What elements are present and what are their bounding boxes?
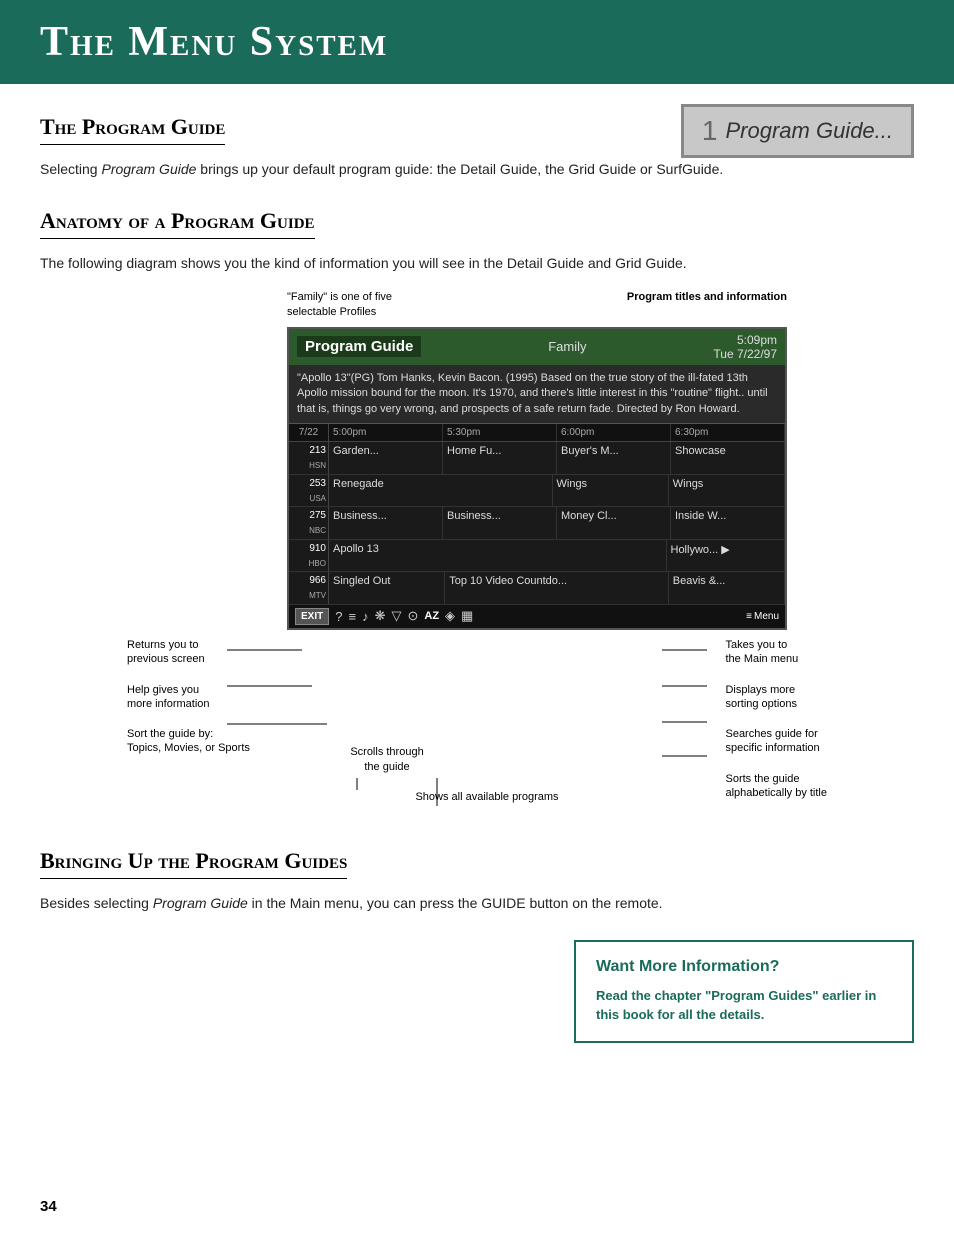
guide-time: 5:09pmTue 7/22/97 [713, 333, 777, 361]
toolbar-menu[interactable]: ≡ Menu [746, 611, 779, 622]
channel-910: 910HBO [289, 540, 329, 572]
program-cell: Wings [553, 475, 669, 507]
guide-date-cell: 7/22 [289, 424, 329, 441]
program-cell: Renegade [329, 475, 553, 507]
guide-description: "Apollo 13"(PG) Tom Hanks, Kevin Bacon. … [289, 365, 785, 424]
toolbar-music-icon: ♪ [362, 609, 369, 624]
program-cell: Buyer's M... [557, 442, 671, 474]
below-annotations: Returns you toprevious screen Help gives… [127, 638, 827, 818]
program-cell: Home Fu... [443, 442, 557, 474]
program-cell: Money Cl... [557, 507, 671, 539]
guide-profile: Family [441, 339, 693, 354]
guide-times: 5:00pm 5:30pm 6:00pm 6:30pm [329, 424, 785, 441]
pg-button-number: 1 [702, 115, 718, 147]
program-cell: Garden... [329, 442, 443, 474]
program-cell: Inside W... [671, 507, 785, 539]
page-title: The Menu System [40, 18, 924, 66]
time-slot-4: 6:30pm [671, 424, 785, 441]
toolbar-scroll-icon: ▽ [391, 608, 401, 624]
annotation-main-menu: Takes you tothe Main menu [725, 638, 827, 667]
toolbar-list-icon: ≡ [348, 609, 356, 624]
time-slot-1: 5:00pm [329, 424, 443, 441]
annotation-shows-text: Shows all available programs [387, 790, 587, 804]
annotation-shows: Shows all available programs [387, 790, 587, 818]
program-guide-body: Selecting Program Guide brings up your d… [40, 159, 914, 180]
channel-966-programs: Singled Out Top 10 Video Countdo... Beav… [329, 572, 785, 604]
program-cell: Apollo 13 [329, 540, 667, 572]
anatomy-body: The following diagram shows you the kind… [40, 253, 914, 274]
diagram-area: "Family" is one of five selectable Profi… [127, 290, 827, 818]
program-guide-heading: The Program Guide [40, 114, 225, 145]
annotation-searches: Searches guide forspecific information [725, 727, 827, 756]
annotation-alphabetical: Sorts the guidealphabetically by title [725, 772, 827, 801]
annotation-help: Help gives youmore information [127, 683, 250, 712]
annotation-sort: Sort the guide by:Topics, Movies, or Spo… [127, 727, 250, 756]
channel-253: 253USA [289, 475, 329, 507]
program-cell: Top 10 Video Countdo... [445, 572, 669, 604]
right-annotations-group: Takes you tothe Main menu Displays mores… [725, 638, 827, 814]
time-slot-2: 5:30pm [443, 424, 557, 441]
toolbar-profiles-icon: ❋ [375, 608, 386, 624]
channel-275-programs: Business... Business... Money Cl... Insi… [329, 507, 785, 539]
guide-header: Program Guide Family 5:09pmTue 7/22/97 [289, 329, 785, 365]
channel-213-programs: Garden... Home Fu... Buyer's M... Showca… [329, 442, 785, 474]
guide-toolbar: EXIT ? ≡ ♪ ❋ ▽ ⊙ AZ ◈ ▦ ≡ Menu [289, 605, 785, 628]
left-annotations-group: Returns you toprevious screen Help gives… [127, 638, 250, 770]
program-guide-section: The Program Guide 1 Program Guide... Sel… [40, 114, 914, 180]
annotation-scrolls: Scrolls throughthe guide [287, 745, 487, 788]
info-box-text: Read the chapter "Program Guides" earlie… [596, 986, 892, 1025]
program-cell: Hollywo... ▶ [667, 540, 786, 572]
program-cell: Singled Out [329, 572, 445, 604]
menu-icon: ≡ [746, 611, 752, 622]
annotation-scrolls-text: Scrolls throughthe guide [287, 745, 487, 774]
bringing-up-section: Bringing Up the Program Guides Besides s… [40, 848, 914, 914]
toolbar-exit[interactable]: EXIT [295, 608, 329, 625]
program-cell: Business... [443, 507, 557, 539]
toolbar-help-icon: ? [335, 609, 342, 624]
guide-ui-container: Program Guide Family 5:09pmTue 7/22/97 "… [287, 327, 787, 630]
guide-time-header-row: 7/22 5:00pm 5:30pm 6:00pm 6:30pm [289, 424, 785, 442]
channel-275: 275NBC [289, 507, 329, 539]
bringing-up-body: Besides selecting Program Guide in the M… [40, 893, 914, 914]
anatomy-section: Anatomy of a Program Guide The following… [40, 208, 914, 818]
anatomy-heading: Anatomy of a Program Guide [40, 208, 315, 239]
time-slot-3: 6:00pm [557, 424, 671, 441]
page-header: The Menu System [0, 0, 954, 84]
channel-966: 966MTV [289, 572, 329, 604]
table-row: 966MTV Singled Out Top 10 Video Countdo.… [289, 572, 785, 605]
above-annotations: "Family" is one of five selectable Profi… [287, 290, 787, 321]
program-cell: Showcase [671, 442, 785, 474]
pg-button-label: Program Guide... [725, 118, 893, 144]
table-row: 213HSN Garden... Home Fu... Buyer's M...… [289, 442, 785, 475]
page-number: 34 [40, 1198, 57, 1215]
program-cell: Business... [329, 507, 443, 539]
table-row: 253USA Renegade Wings Wings [289, 475, 785, 508]
toolbar-grid-icon: ▦ [461, 608, 473, 624]
bringing-up-heading: Bringing Up the Program Guides [40, 848, 347, 879]
above-left-annotation: "Family" is one of five selectable Profi… [287, 290, 427, 321]
info-box-title: Want More Information? [596, 958, 892, 976]
table-row: 275NBC Business... Business... Money Cl.… [289, 507, 785, 540]
program-guide-button[interactable]: 1 Program Guide... [681, 104, 914, 158]
above-right-annotation: Program titles and information [627, 290, 787, 321]
guide-ui: Program Guide Family 5:09pmTue 7/22/97 "… [287, 327, 787, 630]
toolbar-az: AZ [424, 610, 439, 622]
table-row: 910HBO Apollo 13 Hollywo... ▶ [289, 540, 785, 573]
program-cell: Wings [669, 475, 785, 507]
info-box: Want More Information? Read the chapter … [574, 940, 914, 1043]
channel-910-programs: Apollo 13 Hollywo... ▶ [329, 540, 785, 572]
guide-ui-title: Program Guide [297, 336, 421, 357]
menu-label: Menu [754, 611, 779, 622]
toolbar-sort-icon: ◈ [445, 608, 455, 624]
channel-213: 213HSN [289, 442, 329, 474]
toolbar-search-icon: ⊙ [407, 608, 418, 624]
channel-253-programs: Renegade Wings Wings [329, 475, 785, 507]
annotation-returns: Returns you toprevious screen [127, 638, 250, 667]
program-cell: Beavis &... [669, 572, 785, 604]
annotation-sorting: Displays moresorting options [725, 683, 827, 712]
